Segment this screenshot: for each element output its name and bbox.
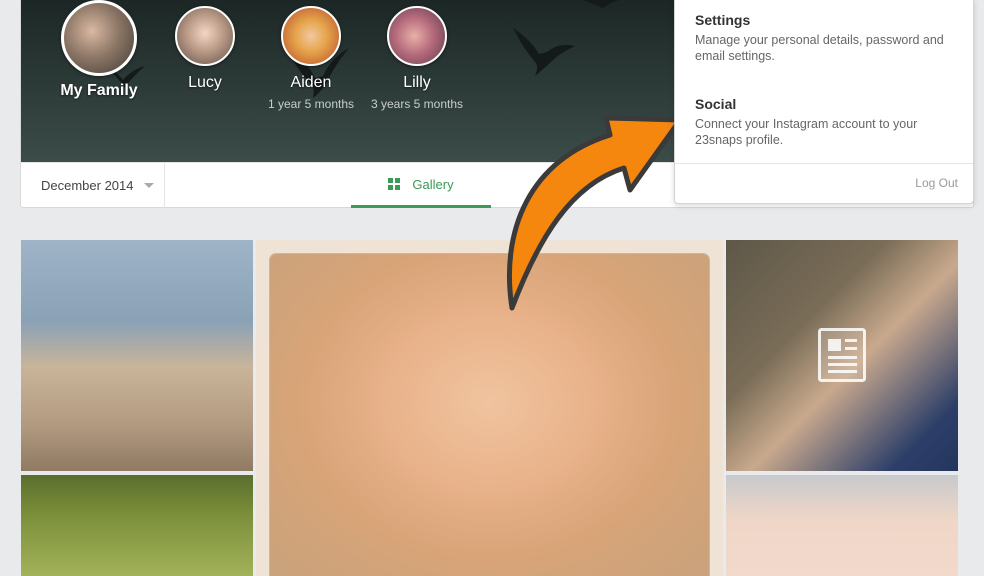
grid-icon (388, 178, 401, 190)
tab-gallery[interactable]: Gallery (351, 163, 491, 208)
annotation-arrow (506, 115, 683, 311)
menu-item-social[interactable]: Social Connect your Instagram account to… (695, 96, 955, 148)
profile-name: Aiden (290, 74, 332, 91)
avatar[interactable] (387, 6, 447, 66)
tab-label: Gallery (412, 176, 454, 192)
menu-item-description: Manage your personal details, password a… (695, 33, 944, 63)
divider (675, 163, 973, 164)
profile-name: Lucy (188, 74, 222, 91)
photo-tile[interactable] (21, 240, 253, 471)
profile-name: My Family (60, 82, 138, 99)
profile-age: 1 year 5 months (267, 97, 355, 111)
logout-link[interactable]: Log Out (915, 176, 958, 190)
chevron-down-icon (143, 183, 154, 188)
menu-item-settings[interactable]: Settings Manage your personal details, p… (695, 12, 955, 64)
menu-item-description: Connect your Instagram account to your 2… (695, 117, 918, 147)
profile-lilly[interactable]: Lilly 3 years 5 months (357, 6, 477, 111)
avatar[interactable] (61, 0, 137, 76)
account-menu: Settings Manage your personal details, p… (674, 0, 974, 204)
date-select[interactable]: December 2014 (21, 163, 165, 208)
profile-aiden[interactable]: Aiden 1 year 5 months (251, 6, 371, 111)
avatar[interactable] (175, 6, 235, 66)
menu-item-title: Settings (695, 12, 751, 28)
profile-age: 3 years 5 months (370, 97, 464, 111)
profile-lucy[interactable]: Lucy (145, 6, 265, 92)
date-label: December 2014 (41, 178, 134, 193)
profile-name: Lilly (403, 74, 431, 91)
profile-my-family[interactable]: My Family (39, 0, 159, 100)
photo-tile[interactable] (726, 475, 958, 576)
photo-tile[interactable] (726, 240, 958, 471)
menu-item-title: Social (695, 96, 737, 112)
photo-tile[interactable] (21, 475, 253, 576)
document-icon (818, 328, 866, 382)
avatar[interactable] (281, 6, 341, 66)
